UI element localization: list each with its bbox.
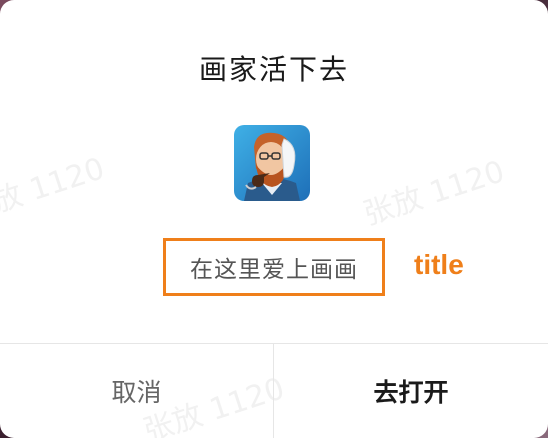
- cancel-button[interactable]: 取消: [0, 344, 273, 438]
- dialog-subtitle: 在这里爱上画画: [190, 257, 358, 283]
- watermark: 张放 1120: [0, 151, 109, 230]
- dialog-subtitle-highlight: 在这里爱上画画: [163, 238, 385, 296]
- dialog-title: 画家活下去: [198, 53, 349, 86]
- open-app-button[interactable]: 去打开: [274, 344, 548, 438]
- watermark: 张放 1120: [359, 154, 509, 233]
- open-app-dialog: 张放 1120 张放 1120 张放 1120 画家活下去 在这里爱上画画 ti…: [0, 0, 548, 438]
- annotation-label: title: [414, 249, 464, 280]
- van-gogh-portrait-icon: [234, 125, 310, 201]
